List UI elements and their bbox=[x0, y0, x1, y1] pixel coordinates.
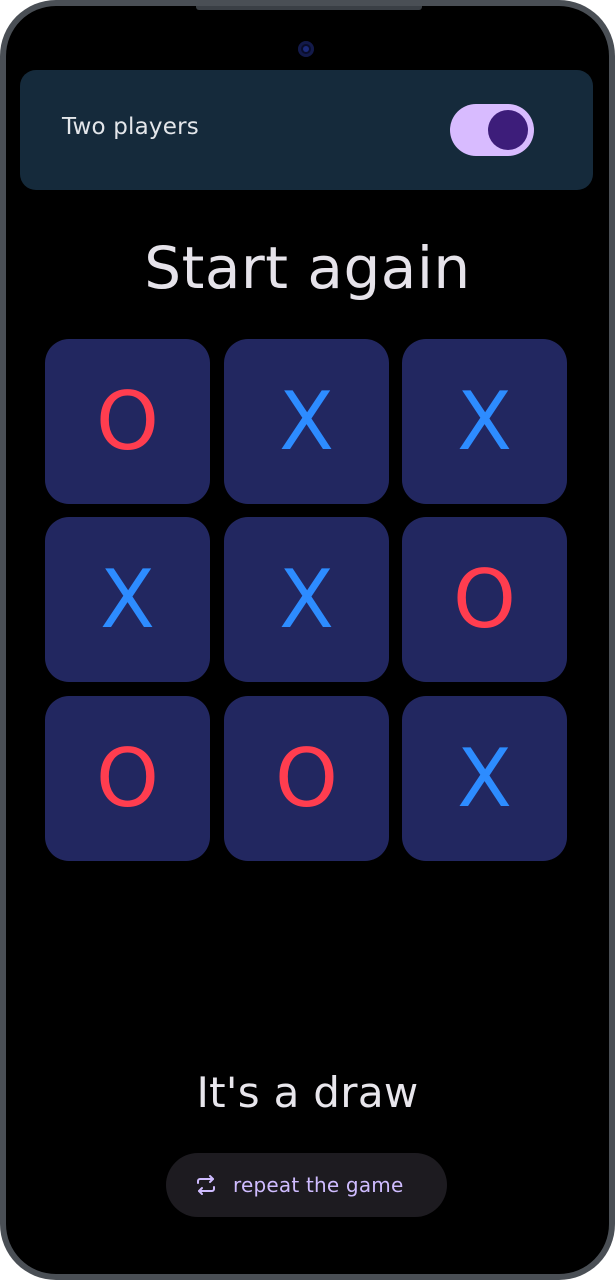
app-screen: Two players Start again O X X X X O O O … bbox=[6, 6, 609, 1274]
speaker-grille bbox=[196, 6, 422, 10]
repeat-icon bbox=[197, 1175, 215, 1195]
board-cell-8[interactable]: O bbox=[224, 696, 389, 861]
board-cell-9[interactable]: X bbox=[402, 696, 567, 861]
board-cell-6[interactable]: O bbox=[402, 517, 567, 682]
board-cell-4[interactable]: X bbox=[45, 517, 210, 682]
board-cell-5[interactable]: X bbox=[224, 517, 389, 682]
toggle-knob bbox=[488, 110, 528, 150]
start-again-title[interactable]: Start again bbox=[6, 234, 609, 302]
board-cell-1[interactable]: O bbox=[45, 339, 210, 504]
repeat-game-button[interactable]: repeat the game bbox=[166, 1153, 447, 1217]
game-result-text: It's a draw bbox=[196, 1068, 419, 1117]
board-cell-2[interactable]: X bbox=[224, 339, 389, 504]
phone-frame: Two players Start again O X X X X O O O … bbox=[0, 0, 615, 1280]
front-camera bbox=[298, 41, 314, 57]
board-cell-3[interactable]: X bbox=[402, 339, 567, 504]
two-players-toggle[interactable] bbox=[450, 104, 534, 156]
board-cell-7[interactable]: O bbox=[45, 696, 210, 861]
two-players-label: Two players bbox=[62, 114, 199, 140]
repeat-game-label: repeat the game bbox=[233, 1173, 404, 1197]
game-board: O X X X X O O O X bbox=[45, 339, 568, 862]
two-players-card: Two players bbox=[20, 70, 593, 190]
